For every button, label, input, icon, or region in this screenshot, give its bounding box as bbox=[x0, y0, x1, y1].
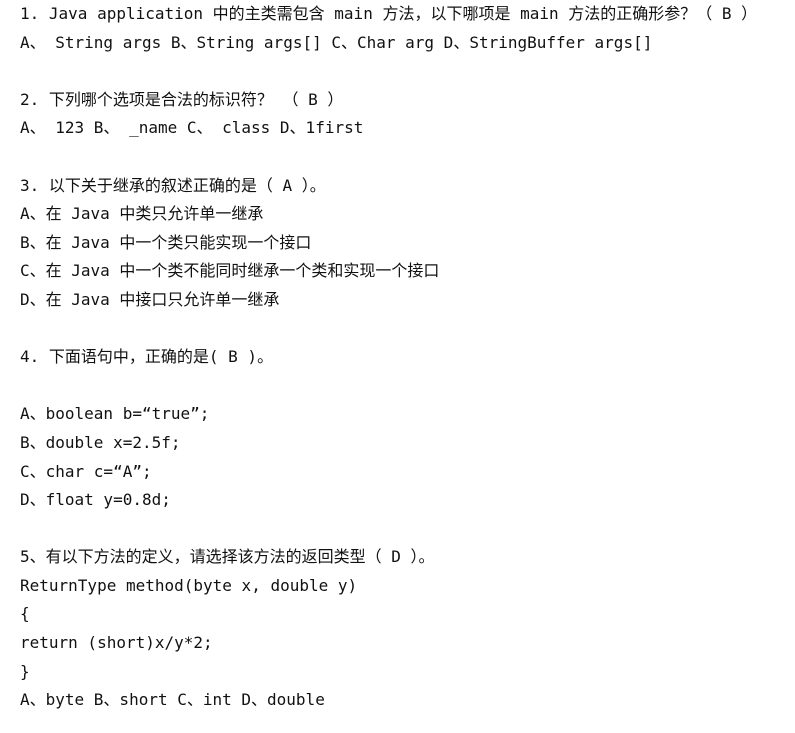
question-4-option-a: A、boolean b=“true”; bbox=[20, 404, 210, 424]
question-1-options: A、 String args B、String args[] C、Char ar… bbox=[20, 32, 653, 52]
question-4-option-d: D、float y=0.8d; bbox=[20, 490, 171, 510]
question-3-stem: 3. 以下关于继承的叙述正确的是（ A ）。 bbox=[20, 175, 326, 195]
question-3-option-c: C、在 Java 中一个类不能同时继承一个类和实现一个接口 bbox=[20, 261, 440, 281]
question-5-options: A、byte B、short C、int D、double bbox=[20, 690, 325, 710]
question-3-option-d: D、在 Java 中接口只允许单一继承 bbox=[20, 289, 280, 309]
question-4-option-c: C、char c=“A”; bbox=[20, 461, 152, 481]
question-1-stem: 1. Java application 中的主类需包含 main 方法，以下哪项… bbox=[20, 4, 758, 23]
question-2-options: A、 123 B、 _name C、 class D、1first bbox=[20, 118, 364, 138]
code-line-close-brace: } bbox=[20, 661, 30, 681]
question-2-stem: 2. 下列哪个选项是合法的标识符？ （ B ） bbox=[20, 89, 344, 109]
question-5-stem: 5、有以下方法的定义，请选择该方法的返回类型（ D ）。 bbox=[20, 547, 435, 567]
exam-document: 1. Java application 中的主类需包含 main 方法，以下哪项… bbox=[20, 0, 790, 715]
code-line-open-brace: { bbox=[20, 604, 30, 624]
question-4-option-b: B、double x=2.5f; bbox=[20, 432, 181, 452]
question-3-option-a: A、在 Java 中类只允许单一继承 bbox=[20, 204, 264, 224]
question-3-option-b: B、在 Java 中一个类只能实现一个接口 bbox=[20, 232, 312, 252]
code-line-signature: ReturnType method(byte x, double y) bbox=[20, 575, 358, 595]
question-4-stem: 4. 下面语句中，正确的是( B )。 bbox=[20, 347, 274, 367]
code-line-return: return (short)x/y*2; bbox=[20, 633, 213, 653]
